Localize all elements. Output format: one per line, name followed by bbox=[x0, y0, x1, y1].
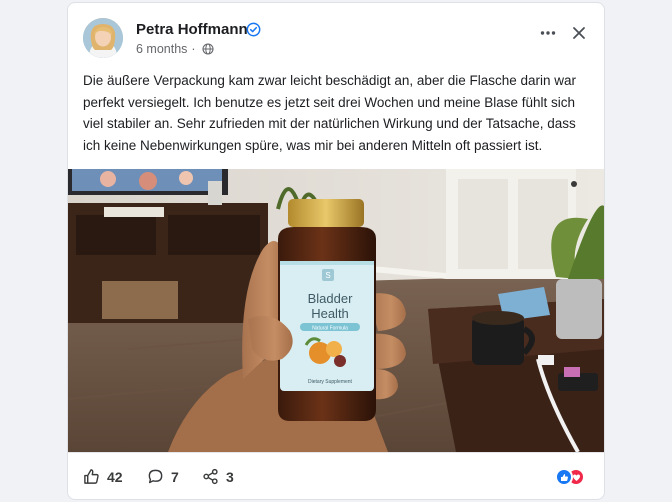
post-meta: 6 months · bbox=[136, 42, 214, 56]
like-button[interactable]: 42 bbox=[83, 468, 123, 485]
post-photo[interactable]: S Bladder Health Natural Formula Dietary… bbox=[68, 169, 604, 452]
comment-button[interactable]: 7 bbox=[147, 468, 179, 485]
thumbs-up-icon bbox=[84, 469, 99, 484]
post-timestamp[interactable]: 6 months bbox=[136, 42, 187, 56]
meta-separator: · bbox=[191, 42, 196, 56]
like-reaction-icon bbox=[555, 468, 573, 486]
post-footer: 42 7 3 bbox=[68, 452, 604, 499]
more-options-button[interactable] bbox=[534, 19, 562, 47]
share-button[interactable]: 3 bbox=[202, 468, 234, 485]
comment-count: 7 bbox=[171, 468, 179, 485]
verified-badge-icon bbox=[246, 22, 261, 37]
more-horizontal-icon bbox=[540, 31, 556, 35]
globe-icon bbox=[202, 43, 214, 55]
author-name[interactable]: Petra Hoffmann bbox=[136, 21, 248, 38]
post-body: Die äußere Verpackung kam zwar leicht be… bbox=[83, 73, 577, 153]
comment-icon bbox=[148, 469, 163, 484]
like-count: 42 bbox=[107, 468, 123, 485]
post-card: Petra Hoffmann 6 months · Die äußere Ver… bbox=[67, 2, 605, 500]
share-icon bbox=[203, 468, 218, 485]
close-button[interactable] bbox=[565, 19, 593, 47]
post-header: Petra Hoffmann 6 months · bbox=[68, 3, 604, 67]
label-logo-letter: S bbox=[325, 271, 330, 280]
close-icon bbox=[573, 27, 585, 39]
author-avatar[interactable] bbox=[83, 18, 123, 58]
label-line-1: Bladder bbox=[308, 291, 353, 306]
share-count: 3 bbox=[226, 468, 234, 485]
label-tagline: Natural Formula bbox=[312, 326, 348, 332]
label-line-2: Health bbox=[311, 306, 349, 321]
label-footer: Dietary Supplement bbox=[308, 379, 353, 385]
reaction-summary[interactable] bbox=[555, 468, 587, 488]
